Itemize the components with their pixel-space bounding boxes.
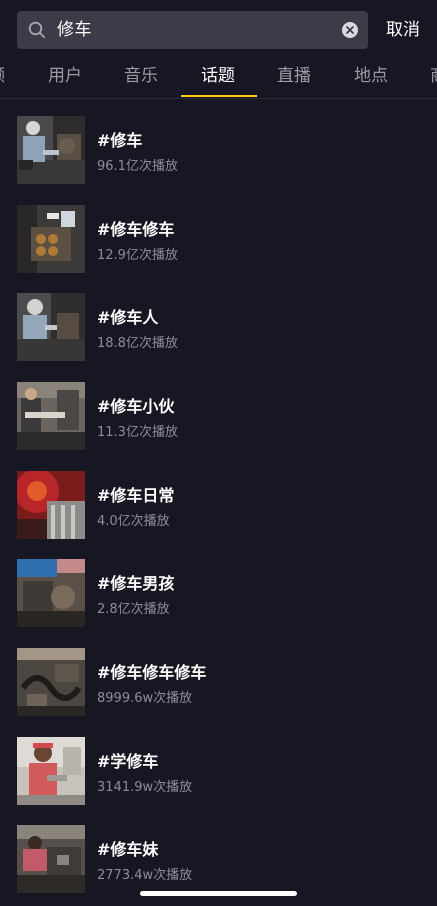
topic-play-count: 2773.4w次播放: [97, 868, 193, 883]
tab-music[interactable]: 音乐: [124, 58, 158, 96]
cancel-button[interactable]: 取消: [386, 11, 420, 49]
topic-thumbnail: [17, 648, 85, 716]
topic-play-count: 96.1亿次播放: [97, 159, 178, 174]
topic-thumbnail: [17, 293, 85, 361]
topic-thumbnail: [17, 559, 85, 627]
tab-shop[interactable]: 商: [430, 58, 437, 96]
topic-play-count: 4.0亿次播放: [97, 514, 170, 529]
topic-play-count: 18.8亿次播放: [97, 336, 178, 351]
list-item[interactable]: #修车修车 12.9亿次播放: [0, 205, 437, 275]
tab-live[interactable]: 直播: [277, 58, 311, 96]
clear-icon[interactable]: [342, 22, 358, 38]
topic-thumbnail: [17, 825, 85, 893]
topic-thumbnail: [17, 382, 85, 450]
list-item[interactable]: #修车 96.1亿次播放: [0, 116, 437, 186]
topic-name: #修车修车: [97, 220, 175, 239]
topic-name: #修车: [97, 131, 143, 150]
topic-thumbnail: [17, 205, 85, 273]
topic-name: #修车日常: [97, 486, 175, 505]
list-item[interactable]: #修车修车修车 8999.6w次播放: [0, 648, 437, 718]
topic-play-count: 8999.6w次播放: [97, 691, 193, 706]
topic-name: #修车人: [97, 308, 159, 327]
topic-name: #修车小伙: [97, 397, 175, 416]
topic-name: #修车修车修车: [97, 663, 207, 682]
home-indicator: [140, 891, 297, 896]
list-item[interactable]: #学修车 3141.9w次播放: [0, 737, 437, 807]
list-item[interactable]: #修车男孩 2.8亿次播放: [0, 559, 437, 629]
topic-play-count: 2.8亿次播放: [97, 602, 170, 617]
list-item[interactable]: #修车日常 4.0亿次播放: [0, 471, 437, 541]
search-query-text: 修车: [57, 20, 92, 40]
topic-play-count: 11.3亿次播放: [97, 425, 178, 440]
tab-video[interactable]: 频: [0, 58, 5, 96]
category-tabs: 频 用户 音乐 话题 直播 地点 商: [0, 58, 437, 99]
list-item[interactable]: #修车小伙 11.3亿次播放: [0, 382, 437, 452]
topic-play-count: 3141.9w次播放: [97, 780, 193, 795]
topic-name: #学修车: [97, 752, 159, 771]
topic-thumbnail: [17, 737, 85, 805]
tab-users[interactable]: 用户: [48, 58, 82, 96]
tab-topics[interactable]: 话题: [201, 58, 235, 96]
active-tab-indicator: [181, 95, 257, 97]
list-item[interactable]: #修车妹 2773.4w次播放: [0, 825, 437, 895]
topic-play-count: 12.9亿次播放: [97, 248, 178, 263]
search-input[interactable]: 修车: [17, 11, 368, 49]
topic-thumbnail: [17, 471, 85, 539]
search-icon: [28, 21, 46, 39]
list-item[interactable]: #修车人 18.8亿次播放: [0, 293, 437, 363]
topic-name: #修车妹: [97, 840, 159, 859]
topic-name: #修车男孩: [97, 574, 175, 593]
tab-places[interactable]: 地点: [354, 58, 388, 96]
topic-thumbnail: [17, 116, 85, 184]
